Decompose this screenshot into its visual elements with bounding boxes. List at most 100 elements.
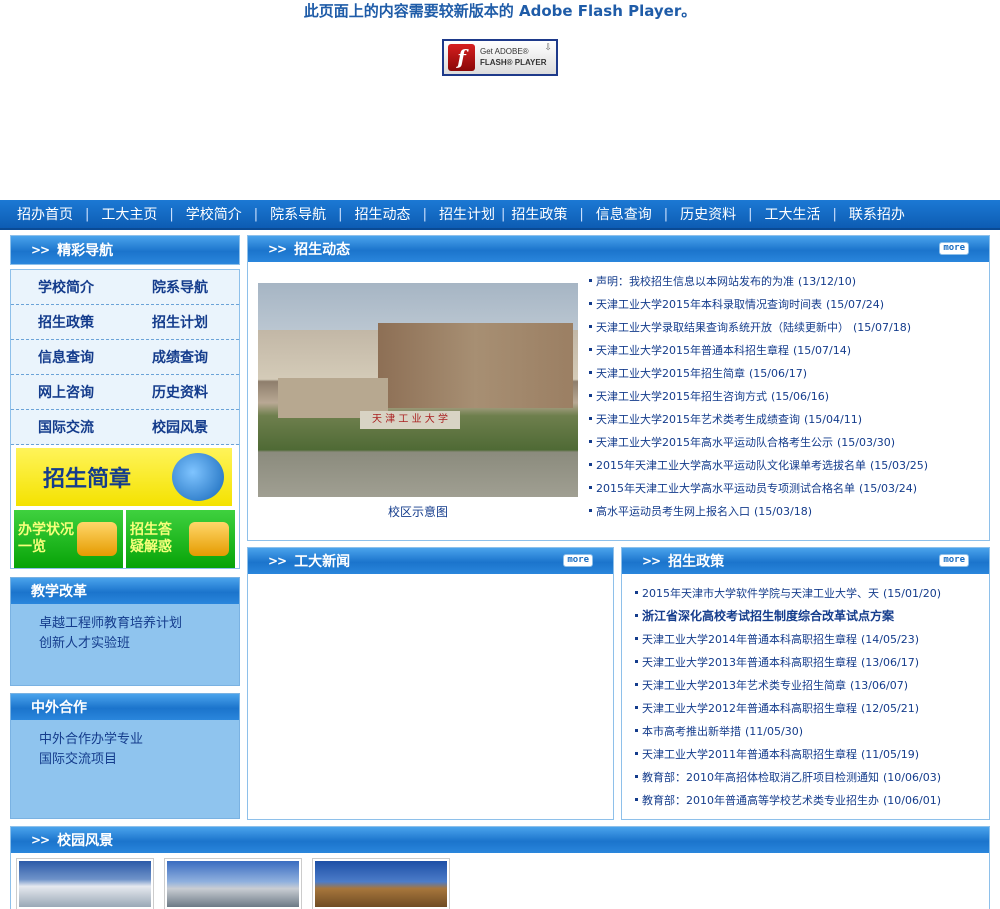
- nav-item-departments[interactable]: 院系导航: [270, 204, 326, 224]
- campus-scenery-title: 校园风景: [57, 833, 114, 849]
- reform-link-excellence-engineer[interactable]: 卓越工程师教育培养计划: [39, 614, 239, 634]
- main-nav: 招办首页 | 工大主页 | 学校简介 | 院系导航 | 招生动态 | 招生计划 | 招生政策…: [0, 200, 1000, 230]
- faq-banner[interactable]: 招生答 疑解惑: [126, 510, 235, 568]
- nav-grid-row: 信息查询 成绩查询: [11, 340, 239, 375]
- grid-link-international[interactable]: 国际交流: [11, 417, 125, 437]
- list-item[interactable]: 天津工业大学2011年普通本科高职招生章程 (11/05/19): [635, 743, 941, 766]
- nav-item-admission-news[interactable]: 招生动态: [355, 204, 411, 224]
- featured-nav-panel: >> 精彩导航: [10, 235, 240, 265]
- list-item[interactable]: 天津工业大学2015年招生咨询方式 (15/06/16): [589, 385, 928, 408]
- list-item[interactable]: 天津工业大学2015年招生简章 (15/06/17): [589, 362, 928, 385]
- admission-news-panel: >> 招生动态 more 天 津 工 业 大 学 校区示意图 声明：我校招生信息…: [247, 235, 990, 541]
- scenery-thumbnail[interactable]: [164, 858, 302, 909]
- double-arrow-icon: >>: [268, 242, 287, 256]
- list-item[interactable]: 天津工业大学2012年普通本科高职招生章程 (12/05/21): [635, 697, 941, 720]
- grid-link-plan[interactable]: 招生计划: [125, 312, 239, 332]
- list-item[interactable]: 天津工业大学2015年高水平运动队合格考生公示 (15/03/30): [589, 431, 928, 454]
- campus-photo-caption: 校区示意图: [387, 505, 448, 519]
- admission-brochure-banner[interactable]: 招生简章: [16, 448, 232, 506]
- university-news-panel: >> 工大新闻 more: [247, 547, 614, 820]
- double-arrow-icon: >>: [31, 243, 50, 257]
- grid-link-departments[interactable]: 院系导航: [125, 277, 239, 297]
- admission-policy-title: 招生政策: [668, 554, 725, 570]
- nav-grid-row: 网上咨询 历史资料: [11, 375, 239, 410]
- list-item[interactable]: 2015年天津工业大学高水平运动队文化课单考选拔名单 (15/03/25): [589, 454, 928, 477]
- coop-link-exchange[interactable]: 国际交流项目: [39, 750, 239, 770]
- nav-item-history[interactable]: 历史资料: [680, 204, 736, 224]
- nav-item-contact[interactable]: 联系招办: [849, 204, 905, 224]
- grid-link-info-query[interactable]: 信息查询: [11, 347, 125, 367]
- teaching-reform-header: 教学改革: [11, 578, 239, 604]
- list-item[interactable]: 声明：我校招生信息以本网站发布的为准 (13/12/10): [589, 270, 928, 293]
- reform-link-innovation-class[interactable]: 创新人才实验班: [39, 634, 239, 654]
- campus-scenery-header: >> 校园风景: [11, 827, 989, 853]
- list-item[interactable]: 天津工业大学2015年本科录取情况查询时间表 (15/07/24): [589, 293, 928, 316]
- cooperation-panel: 中外合作 中外合作办学专业 国际交流项目: [10, 693, 240, 819]
- flash-badge-line2: FLASH® PLAYER: [480, 58, 547, 67]
- admission-policy-panel: >> 招生政策 more 2015年天津市大学软件学院与天津工业大学、天 (15/…: [621, 547, 990, 820]
- nav-item-admission-policy[interactable]: 招生政策: [511, 204, 567, 224]
- list-item[interactable]: 天津工业大学2014年普通本科高职招生章程 (14/05/23): [635, 628, 941, 651]
- nav-grid-row: 招生政策 招生计划: [11, 305, 239, 340]
- flash-required-message: 此页面上的内容需要较新版本的 Adobe Flash Player。: [303, 2, 697, 20]
- nav-item-admission-plan[interactable]: 招生计划: [439, 204, 495, 224]
- nav-item-campus-life[interactable]: 工大生活: [765, 204, 821, 224]
- campus-photo[interactable]: 天 津 工 业 大 学: [258, 283, 578, 497]
- list-item[interactable]: 教育部：2010年高招体检取消乙肝项目检测通知 (10/06/03): [635, 766, 941, 789]
- cooperation-links: 中外合作办学专业 国际交流项目: [11, 720, 239, 770]
- list-item[interactable]: 天津工业大学2013年艺术类专业招生简章 (13/06/07): [635, 674, 941, 697]
- list-item[interactable]: 本市高考推出新举措 (11/05/30): [635, 720, 941, 743]
- download-arrow-icon: ⇩: [544, 43, 552, 53]
- university-news-more-button[interactable]: more: [563, 554, 593, 567]
- teaching-reform-panel: 教学改革 卓越工程师教育培养计划 创新人才实验班: [10, 577, 240, 686]
- flash-badge-line1: Get ADOBE®: [480, 47, 529, 56]
- grid-link-online-consult[interactable]: 网上咨询: [11, 382, 125, 402]
- admission-policy-more-button[interactable]: more: [939, 554, 969, 567]
- nav-grid-row: 学校简介 院系导航: [11, 270, 239, 305]
- list-item[interactable]: 浙江省深化高校考试招生制度综合改革试点方案: [635, 605, 941, 628]
- list-item[interactable]: 天津工业大学2015年艺术类考生成绩查询 (15/04/11): [589, 408, 928, 431]
- speech-bubble-icon: [189, 522, 229, 556]
- grid-link-history[interactable]: 历史资料: [125, 382, 239, 402]
- featured-nav-grid: 学校简介 院系导航 招生政策 招生计划 信息查询 成绩查询 网上咨询 历史资料 …: [10, 269, 240, 569]
- featured-nav-header: >> 精彩导航: [11, 236, 239, 264]
- scenery-thumbnail[interactable]: [312, 858, 450, 909]
- admission-brochure-label: 招生简章: [43, 467, 132, 492]
- cooperation-header: 中外合作: [11, 694, 239, 720]
- book-icon: [77, 522, 117, 556]
- list-item[interactable]: 天津工业大学2013年普通本科高职招生章程 (13/06/17): [635, 651, 941, 674]
- grid-link-policy[interactable]: 招生政策: [11, 312, 125, 332]
- cooperation-title: 中外合作: [31, 700, 87, 716]
- nav-item-info-query[interactable]: 信息查询: [596, 204, 652, 224]
- list-item[interactable]: 天津工业大学录取结果查询系统开放（陆续更新中） (15/07/18): [589, 316, 928, 339]
- list-item[interactable]: 2015年天津工业大学高水平运动员专项测试合格名单 (15/03/24): [589, 477, 928, 500]
- grid-link-scenery[interactable]: 校园风景: [125, 417, 239, 437]
- list-item[interactable]: 2015年天津市大学软件学院与天津工业大学、天 (15/01/20): [635, 582, 941, 605]
- nav-grid-row: 国际交流 校园风景: [11, 410, 239, 445]
- admission-news-more-button[interactable]: more: [939, 242, 969, 255]
- campus-sign: 天 津 工 业 大 学: [360, 411, 460, 429]
- list-item[interactable]: 高水平运动员考生网上报名入口 (15/03/18): [589, 500, 928, 523]
- admission-policy-list: 2015年天津市大学软件学院与天津工业大学、天 (15/01/20) 浙江省深化高…: [635, 582, 941, 812]
- double-arrow-icon: >>: [642, 554, 661, 568]
- coop-link-joint-programs[interactable]: 中外合作办学专业: [39, 730, 239, 750]
- double-arrow-icon: >>: [268, 554, 287, 568]
- admission-news-header: >> 招生动态 more: [248, 236, 989, 262]
- flash-logo-icon: f: [448, 44, 475, 71]
- list-item[interactable]: 天津工业大学2015年普通本科招生章程 (15/07/14): [589, 339, 928, 362]
- grid-link-score-query[interactable]: 成绩查询: [125, 347, 239, 367]
- nav-item-university-home[interactable]: 工大主页: [101, 204, 157, 224]
- get-flash-player-button[interactable]: f Get ADOBE® FLASH® PLAYER ⇩: [442, 39, 558, 76]
- scenery-thumbnails: [16, 858, 450, 909]
- university-news-title: 工大新闻: [294, 554, 351, 570]
- admission-news-list: 声明：我校招生信息以本网站发布的为准 (13/12/10) 天津工业大学2015年…: [589, 270, 928, 523]
- nav-item-about[interactable]: 学校简介: [186, 204, 242, 224]
- double-arrow-icon: >>: [31, 833, 50, 847]
- university-news-header: >> 工大新闻 more: [248, 548, 613, 574]
- grid-link-about[interactable]: 学校简介: [11, 277, 125, 297]
- list-item[interactable]: 教育部：2010年普通高等学校艺术类专业招生办 (10/06/01): [635, 789, 941, 812]
- featured-nav-title: 精彩导航: [57, 243, 114, 259]
- scenery-thumbnail[interactable]: [16, 858, 154, 909]
- school-overview-banner[interactable]: 办学状况 一览: [14, 510, 123, 568]
- nav-item-home[interactable]: 招办首页: [17, 204, 73, 224]
